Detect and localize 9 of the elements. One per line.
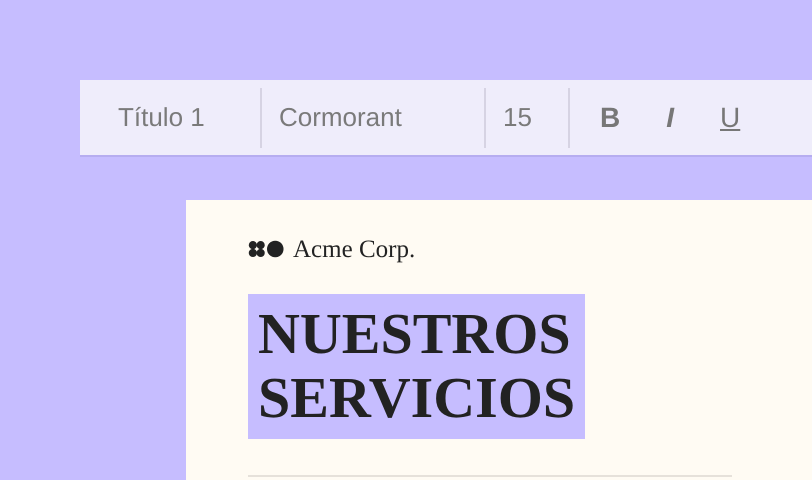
underline-button[interactable]: U [716,102,744,134]
company-name: Acme Corp. [293,236,416,264]
heading: NUESTROS SERVICIOS [248,294,586,439]
italic-button[interactable]: I [662,102,678,134]
bold-button[interactable]: B [596,102,624,134]
font-size-field[interactable]: 15 [486,80,568,155]
style-dropdown[interactable]: Título 1 [80,80,260,155]
font-dropdown[interactable]: Cormorant [262,80,484,155]
logo-icon [248,240,285,260]
